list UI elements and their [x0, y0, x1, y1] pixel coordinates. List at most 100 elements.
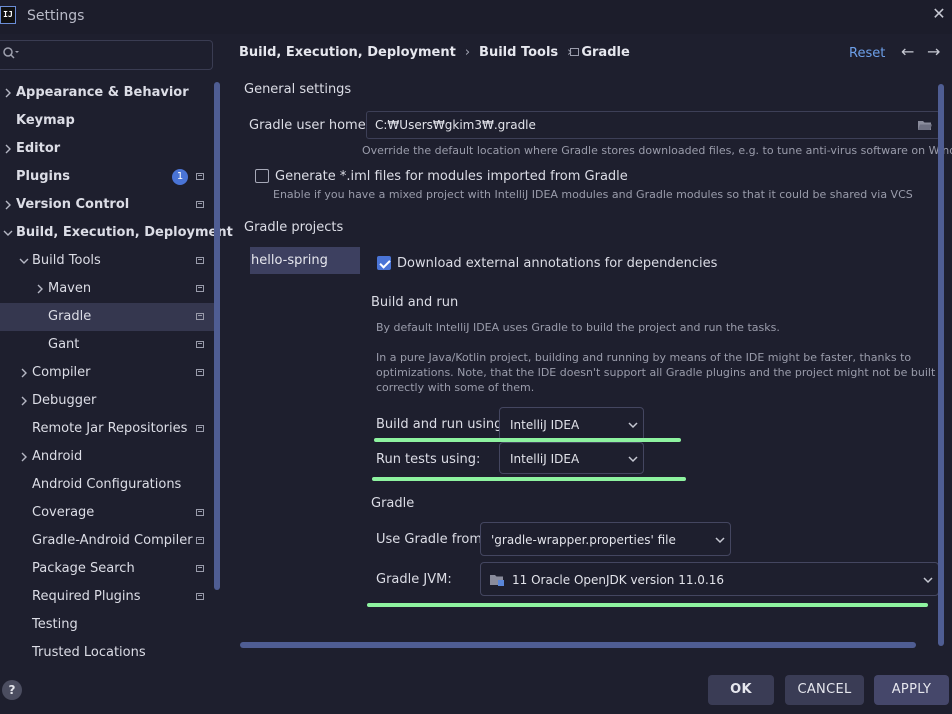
sidebar-item-plugins[interactable]: Plugins 1: [0, 163, 214, 191]
highlight-underline: [367, 603, 928, 607]
sidebar-item-maven[interactable]: Maven: [0, 275, 214, 303]
close-icon[interactable]: ✕: [929, 4, 949, 24]
sidebar-item-trusted-locations[interactable]: Trusted Locations: [0, 639, 214, 667]
sidebar-item-label: Trusted Locations: [32, 645, 146, 660]
content-vertical-scrollbar[interactable]: [938, 84, 944, 646]
build-and-run-note-line1: In a pure Java/Kotlin project, building …: [376, 351, 912, 364]
help-button[interactable]: ?: [2, 680, 22, 700]
sidebar-item-debugger[interactable]: Debugger: [0, 387, 214, 415]
sidebar-item-package-search[interactable]: Package Search: [0, 555, 214, 583]
sidebar-scrollbar[interactable]: [214, 82, 220, 590]
apply-button[interactable]: APPLY: [874, 675, 949, 705]
project-settings-icon: [196, 509, 204, 516]
gradle-user-home-value: C:₩Users₩gkim3₩.gradle: [375, 118, 536, 132]
sidebar-item-gradle[interactable]: Gradle: [0, 303, 214, 331]
generate-iml-label[interactable]: Generate *.iml files for modules importe…: [275, 169, 628, 184]
content-horizontal-scrollbar[interactable]: [240, 642, 916, 648]
sidebar-item-label: Editor: [16, 141, 61, 156]
chevron-down-icon: [628, 443, 638, 489]
ok-button[interactable]: OK: [708, 675, 774, 705]
breadcrumb-item-build-execution-deployment[interactable]: Build, Execution, Deployment: [239, 45, 456, 60]
sidebar-item-required-plugins[interactable]: Required Plugins: [0, 583, 214, 611]
sidebar-item-label: Android: [32, 449, 83, 464]
update-count-badge: 1: [172, 169, 188, 185]
sidebar-item-keymap[interactable]: Keymap: [0, 107, 214, 135]
run-tests-using-label: Run tests using:: [376, 452, 481, 467]
sidebar-item-label: Appearance & Behavior: [16, 85, 189, 100]
build-and-run-using-value: IntelliJ IDEA: [510, 418, 580, 432]
forward-arrow-icon[interactable]: →: [927, 42, 940, 61]
use-gradle-from-label: Use Gradle from:: [376, 532, 487, 547]
sidebar-item-compiler[interactable]: Compiler: [0, 359, 214, 387]
sidebar-item-label: Required Plugins: [32, 589, 141, 604]
build-and-run-note-line3: correctly with some of them.: [376, 381, 535, 394]
settings-search-input[interactable]: [0, 40, 213, 70]
download-annotations-checkbox[interactable]: [377, 256, 391, 270]
breadcrumb-item-gradle: Gradle: [581, 45, 630, 60]
gradle-projects-heading: Gradle projects: [244, 220, 344, 235]
gradle-jvm-dropdown[interactable]: 11 Oracle OpenJDK version 11.0.16: [480, 562, 939, 596]
sidebar-item-appearance-behavior[interactable]: Appearance & Behavior: [0, 79, 214, 107]
project-settings-icon: [196, 173, 204, 180]
build-and-run-using-label: Build and run using:: [376, 417, 507, 432]
sidebar-item-label: Build, Execution, Deployment: [16, 225, 233, 240]
folder-browse-icon[interactable]: [917, 119, 933, 135]
project-settings-icon: [570, 48, 579, 56]
project-settings-icon: [196, 565, 204, 572]
sidebar-item-label: Version Control: [16, 197, 130, 212]
sidebar-item-version-control[interactable]: Version Control: [0, 191, 214, 219]
sidebar-item-gradle-android-compiler[interactable]: Gradle-Android Compiler: [0, 527, 214, 555]
cancel-button[interactable]: CANCEL: [785, 675, 864, 705]
download-annotations-label[interactable]: Download external annotations for depend…: [397, 256, 717, 271]
generate-iml-checkbox[interactable]: [255, 169, 269, 183]
back-arrow-icon[interactable]: ←: [901, 42, 914, 61]
gradle-user-home-label: Gradle user home:: [249, 118, 371, 133]
gradle-jvm-value: 11 Oracle OpenJDK version 11.0.16: [512, 573, 725, 587]
gradle-user-home-field[interactable]: C:₩Users₩gkim3₩.gradle: [366, 111, 940, 139]
sidebar-item-label: Build Tools: [32, 253, 101, 268]
sidebar-item-label: Gant: [48, 337, 80, 352]
gradle-heading: Gradle: [371, 496, 415, 511]
project-settings-icon: [196, 201, 204, 208]
project-settings-icon: [196, 341, 204, 348]
project-list-item[interactable]: hello-spring: [250, 247, 360, 274]
build-and-run-using-dropdown[interactable]: IntelliJ IDEA: [499, 407, 644, 441]
sidebar-item-label: Debugger: [32, 393, 97, 408]
sidebar-item-label: Compiler: [32, 365, 91, 380]
project-settings-icon: [196, 537, 204, 544]
sidebar-item-android[interactable]: Android: [0, 443, 214, 471]
build-and-run-hint: By default IntelliJ IDEA uses Gradle to …: [376, 321, 780, 334]
sidebar-item-editor[interactable]: Editor: [0, 135, 214, 163]
project-name: hello-spring: [251, 253, 328, 268]
title-bar: [0, 0, 952, 34]
sidebar-item-label: Remote Jar Repositories: [32, 421, 188, 436]
sidebar-item-build-execution-deployment[interactable]: Build, Execution, Deployment: [0, 219, 233, 247]
sidebar-item-coverage[interactable]: Coverage: [0, 499, 214, 527]
project-settings-icon: [196, 425, 204, 432]
reset-link[interactable]: Reset: [849, 46, 885, 61]
sidebar-item-label: Gradle-Android Compiler: [32, 533, 193, 548]
run-tests-using-value: IntelliJ IDEA: [510, 452, 580, 466]
sidebar-item-label: Android Configurations: [32, 477, 182, 492]
sidebar-item-label: Package Search: [32, 561, 135, 576]
sidebar-item-label: Keymap: [16, 113, 75, 128]
sidebar-item-testing[interactable]: Testing: [0, 611, 214, 639]
project-settings-icon: [196, 285, 204, 292]
sidebar-item-label: Coverage: [32, 505, 95, 520]
general-settings-heading: General settings: [244, 82, 352, 97]
breadcrumb-item-build-tools[interactable]: Build Tools: [479, 45, 558, 60]
sidebar-item-build-tools[interactable]: Build Tools: [0, 247, 214, 275]
use-gradle-from-dropdown[interactable]: 'gradle-wrapper.properties' file: [480, 522, 731, 556]
search-icon: [2, 46, 20, 64]
generate-iml-hint: Enable if you have a mixed project with …: [273, 188, 913, 201]
run-tests-using-dropdown[interactable]: IntelliJ IDEA: [499, 442, 644, 474]
sidebar-item-label: Plugins: [16, 169, 70, 184]
sidebar-item-android-configurations[interactable]: Android Configurations: [0, 471, 214, 499]
build-and-run-heading: Build and run: [371, 295, 459, 310]
build-and-run-note-line2: optimizations. Note, that the IDE doesn'…: [376, 366, 936, 379]
sidebar-item-remote-jar-repositories[interactable]: Remote Jar Repositories: [0, 415, 214, 443]
gradle-jvm-label: Gradle JVM:: [376, 572, 452, 587]
sidebar-item-gant[interactable]: Gant: [0, 331, 214, 359]
project-settings-icon: [196, 593, 204, 600]
gradle-user-home-hint: Override the default location where Grad…: [362, 144, 952, 157]
